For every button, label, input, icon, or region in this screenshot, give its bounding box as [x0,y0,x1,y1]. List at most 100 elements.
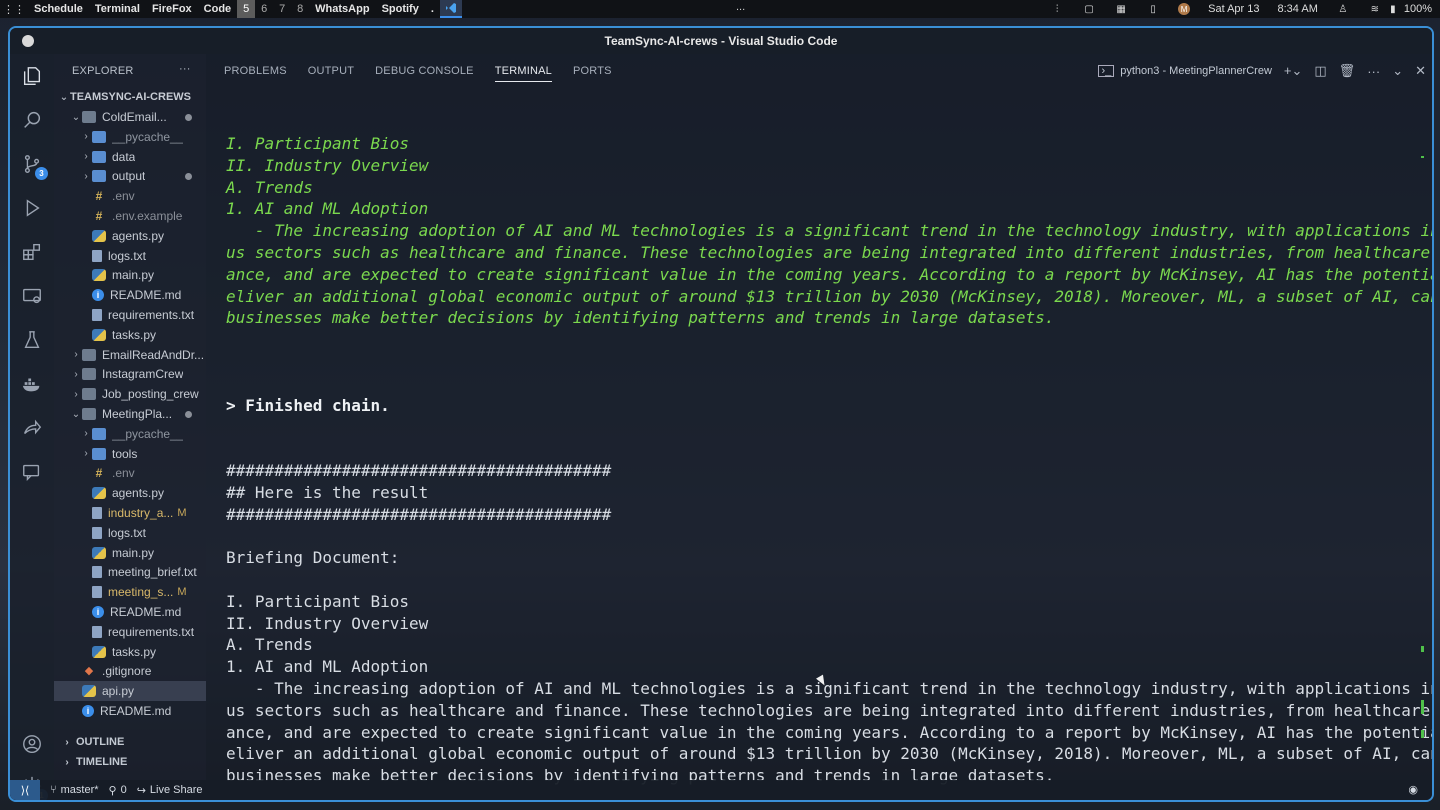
tree-file[interactable]: meeting_s... M [54,582,206,602]
workspace-7[interactable]: 7 [273,0,291,18]
terminal-output[interactable]: I. Participant Bios II. Industry Overview… [226,133,1432,787]
sysbar-app-firefox[interactable]: FireFox [146,0,198,18]
tab-problems[interactable]: PROBLEMS [224,54,287,88]
tree-file[interactable]: tasks.py [54,642,206,662]
chevron-down-icon[interactable]: ⌄ [1392,63,1403,79]
remote-explorer-icon[interactable] [20,284,44,308]
workspace-root[interactable]: ⌄ TEAMSYNC-AI-CREWS [54,87,206,107]
extensions-icon[interactable] [20,240,44,264]
tree-folder[interactable]: › InstagramCrew [54,364,206,384]
live-share-icon[interactable] [20,416,44,440]
window-titlebar[interactable]: TeamSync-AI-crews - Visual Studio Code [10,28,1432,54]
tree-file[interactable]: i README.md [54,285,206,305]
sysbar-center-dots[interactable]: ... [736,1,745,13]
tray-date[interactable]: Sat Apr 13 [1208,3,1259,15]
testing-flask-icon[interactable] [20,328,44,352]
user-avatar[interactable]: M [1178,3,1191,15]
branch-status[interactable]: ⑂ master* [50,784,99,796]
explorer-icon[interactable] [20,64,44,88]
more-actions-icon[interactable]: ··· [1367,64,1380,79]
vscode-taskbar-icon[interactable] [439,0,462,18]
copilot-icon[interactable]: ◉ [1408,783,1418,796]
tree-file[interactable]: # .env [54,463,206,483]
accounts-icon[interactable] [20,732,44,756]
tree-file[interactable]: logs.txt [54,246,206,266]
sysbar-app-code[interactable]: Code [198,0,238,18]
tree-folder[interactable]: › tools [54,444,206,464]
tree-item-label: logs.txt [108,248,147,263]
split-terminal-icon[interactable]: ◫ [1314,63,1326,79]
tab-terminal[interactable]: TERMINAL [494,60,552,82]
app-grid-icon[interactable]: ⋮⋮ [0,3,28,16]
explorer-more-button[interactable]: ··· [179,63,191,75]
tree-folder[interactable]: ⌄ ColdEmail... [54,107,206,127]
tab-ports[interactable]: PORTS [573,54,612,88]
chat-icon[interactable] [20,460,44,484]
window-close-dot[interactable] [22,35,34,47]
ports-status[interactable]: ⚲ 0 [109,784,127,797]
tree-file[interactable]: i README.md [54,701,206,721]
run-debug-icon[interactable] [20,196,44,220]
tree-file[interactable]: # .env [54,186,206,206]
tray-time[interactable]: 8:34 AM [1278,3,1318,15]
tree-file[interactable]: industry_a... M [54,503,206,523]
timeline-section[interactable]: › TIMELINE [54,752,206,772]
screen-icon[interactable]: ▯ [1146,4,1160,15]
tree-file[interactable]: api.py [54,681,206,702]
search-icon[interactable] [20,108,44,132]
tree-item-label: data [112,149,136,164]
close-icon[interactable]: ✕ [1415,63,1426,79]
tree-file[interactable]: main.py [54,543,206,563]
tree-folder[interactable]: › __pycache__ [54,424,206,444]
live-share-status[interactable]: ↪ Live Share [137,784,203,797]
tree-file[interactable]: requirements.txt [54,305,206,325]
battery-level: 100% [1403,3,1432,15]
terminal-selector[interactable]: ›_ python3 - MeetingPlannerCrew [1098,65,1272,77]
tree-folder[interactable]: › output [54,166,206,186]
tree-file[interactable]: tasks.py [54,325,206,345]
source-control-icon[interactable]: 3 [20,152,48,180]
tree-file[interactable]: logs.txt [54,523,206,543]
tree-folder[interactable]: ⌄ MeetingPla... [54,404,206,424]
tab-debug-console[interactable]: DEBUG CONSOLE [375,54,474,88]
tree-folder[interactable]: › __pycache__ [54,127,206,147]
tree-file[interactable]: agents.py [54,226,206,246]
info-icon: i [82,705,94,717]
workspace-8[interactable]: 8 [291,0,309,18]
sysbar-app-terminal[interactable]: Terminal [89,0,146,18]
text-file-icon [92,507,102,519]
tree-file[interactable]: # .env.example [54,206,206,226]
docker-icon[interactable] [20,372,44,396]
tree-file[interactable]: i README.md [54,602,206,622]
lamp-icon[interactable]: ♙ [1336,4,1350,15]
sysbar-app-spotify[interactable]: Spotify [376,0,425,18]
tree-folder[interactable]: › Job_posting_crew [54,384,206,404]
wifi-icon[interactable]: ≋ [1368,4,1382,15]
tree-folder[interactable]: › data [54,147,206,167]
battery-icon[interactable]: ▮ [1386,4,1400,15]
sysbar-app-whatsapp[interactable]: WhatsApp [309,0,375,18]
trash-icon[interactable]: 🗑 [1339,63,1356,79]
live-share-small-icon: ↪ [136,784,146,797]
clipboard-icon[interactable]: ▢ [1082,4,1096,15]
tree-folder[interactable]: › EmailReadAndDr... [54,345,206,365]
tree-file[interactable]: ◆ .gitignore [54,661,206,681]
remote-indicator-icon[interactable]: ⟩⟨ [10,780,40,800]
layout-icon[interactable]: ▦ [1114,4,1128,15]
sysbar-app-dot[interactable]: . [425,0,440,18]
tree-file[interactable]: requirements.txt [54,622,206,642]
text-file-icon [92,625,102,638]
equalizer-icon[interactable]: ⫶ [1050,4,1064,15]
tree-file[interactable]: main.py [54,265,206,285]
workspace-6[interactable]: 6 [255,0,273,18]
outline-section[interactable]: › OUTLINE [54,732,206,752]
tree-file[interactable]: agents.py [54,483,206,503]
tree-item-label: README.md [100,704,172,718]
tab-output[interactable]: OUTPUT [308,54,354,88]
sysbar-app-schedule[interactable]: Schedule [28,0,89,18]
new-terminal-icon[interactable]: +⌄ [1284,63,1302,79]
python-file-icon [92,328,106,341]
workspace-5[interactable]: 5 [237,0,256,18]
tree-file[interactable]: meeting_brief.txt [54,562,206,582]
